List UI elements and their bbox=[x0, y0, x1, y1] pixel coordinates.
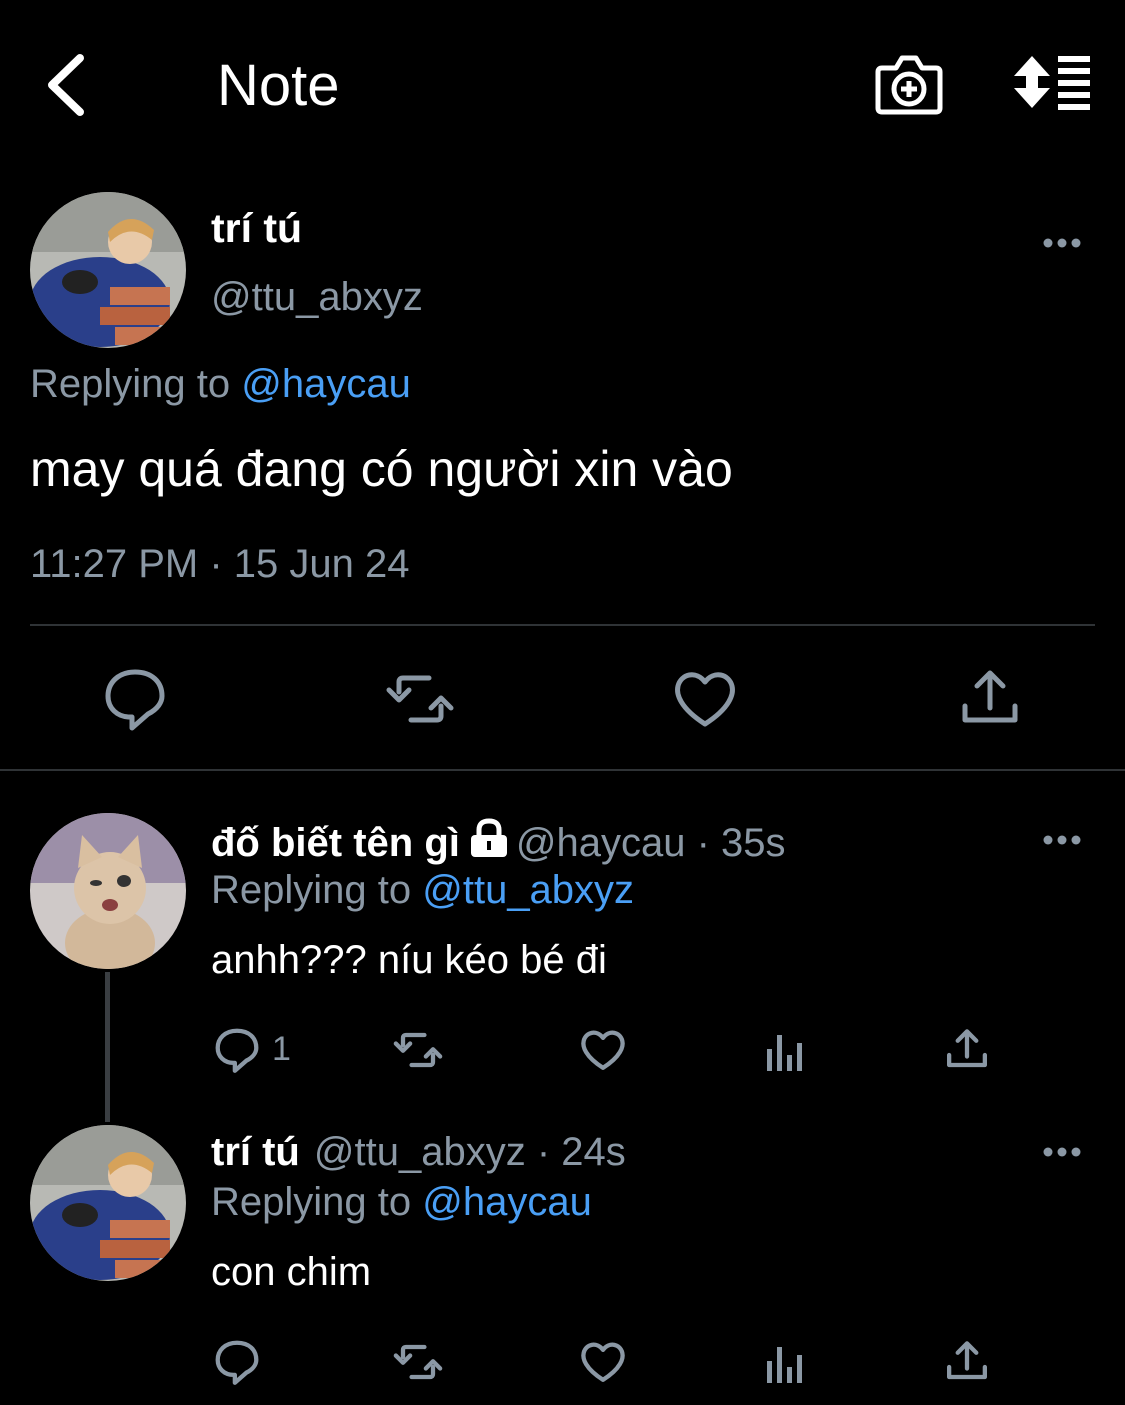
reply-handle[interactable]: @ttu_abxyz bbox=[314, 1130, 526, 1174]
replying-to-mention[interactable]: @ttu_abxyz bbox=[422, 868, 634, 912]
reply-button[interactable] bbox=[100, 664, 170, 734]
reply-time: · 24s bbox=[525, 1130, 626, 1174]
reply-text: anhh??? níu kéo bé đi bbox=[211, 938, 607, 982]
main-tweet-more-button[interactable] bbox=[1036, 228, 1092, 258]
main-tweet-timestamp: 11:27 PM · 15 Jun 24 bbox=[30, 542, 410, 586]
reply-count: 1 bbox=[272, 1030, 291, 1068]
divider bbox=[0, 769, 1125, 771]
reply-handle[interactable]: @haycau bbox=[516, 821, 686, 865]
top-nav-bar: Note bbox=[0, 0, 1125, 170]
main-tweet-display-name[interactable]: trí tú bbox=[211, 205, 302, 252]
replying-to-label: Replying to bbox=[30, 362, 242, 406]
analytics-bars-icon bbox=[767, 1035, 802, 1071]
back-button[interactable] bbox=[38, 50, 98, 120]
replying-to-label: Replying to bbox=[211, 1180, 423, 1224]
reply-replying-to: Replying to @ttu_abxyz bbox=[211, 868, 634, 913]
reply-header: đố biết tên gì @haycau · 35s bbox=[211, 818, 786, 866]
reply-text: con chim bbox=[211, 1250, 372, 1294]
reply-display-name[interactable]: đố biết tên gì bbox=[211, 821, 460, 865]
more-horizontal-icon bbox=[1043, 1147, 1081, 1157]
heart-icon bbox=[675, 672, 735, 727]
analytics-button[interactable] bbox=[761, 1339, 811, 1389]
reply-button[interactable] bbox=[212, 1025, 262, 1075]
retweet-icon bbox=[393, 1344, 443, 1380]
reply-time: · 35s bbox=[685, 821, 786, 865]
analytics-bars-icon bbox=[767, 1347, 802, 1383]
sort-button[interactable] bbox=[1012, 52, 1094, 114]
heart-icon bbox=[581, 1342, 625, 1382]
reply-icon bbox=[105, 669, 165, 731]
main-tweet-text: may quá đang có người xin vào bbox=[30, 441, 733, 497]
main-tweet-handle[interactable]: @ttu_abxyz bbox=[211, 275, 423, 320]
reply-avatar[interactable] bbox=[30, 1125, 186, 1281]
reply-replying-to: Replying to @haycau bbox=[211, 1180, 592, 1225]
thread-connector-line bbox=[105, 972, 110, 1122]
replying-to-label: Replying to bbox=[211, 868, 423, 912]
share-button[interactable] bbox=[942, 1025, 992, 1075]
camera-add-icon bbox=[875, 55, 943, 115]
retweet-button[interactable] bbox=[385, 664, 455, 734]
main-tweet-replying-to: Replying to @haycau bbox=[30, 362, 411, 407]
share-icon bbox=[947, 1341, 987, 1380]
more-horizontal-icon bbox=[1043, 835, 1081, 845]
like-button[interactable] bbox=[578, 1025, 628, 1075]
main-tweet-avatar[interactable] bbox=[30, 192, 186, 348]
share-icon bbox=[962, 670, 1018, 723]
chevron-left-icon bbox=[48, 54, 84, 116]
divider bbox=[30, 624, 1095, 626]
share-button[interactable] bbox=[942, 1337, 992, 1387]
retweet-icon bbox=[393, 1032, 443, 1068]
sort-list-icon bbox=[1014, 56, 1090, 110]
lock-icon bbox=[470, 818, 507, 857]
like-button[interactable] bbox=[578, 1337, 628, 1387]
reply-icon bbox=[215, 1028, 259, 1073]
camera-button[interactable] bbox=[874, 52, 944, 118]
replying-to-mention[interactable]: @haycau bbox=[422, 1180, 592, 1224]
share-button[interactable] bbox=[955, 664, 1025, 734]
user-avatar-image bbox=[30, 192, 186, 348]
share-icon bbox=[947, 1029, 987, 1068]
tweet-detail-page: Note trí tú @ttu_abxyz Replying to @hayc… bbox=[0, 0, 1125, 1405]
reply-avatar[interactable] bbox=[30, 813, 186, 969]
reply-more-button[interactable] bbox=[1036, 825, 1092, 855]
like-button[interactable] bbox=[670, 664, 740, 734]
reply-button[interactable] bbox=[212, 1337, 262, 1387]
replying-to-mention[interactable]: @haycau bbox=[241, 362, 411, 406]
retweet-button[interactable] bbox=[393, 1337, 443, 1387]
retweet-icon bbox=[386, 675, 454, 723]
cat-avatar-image bbox=[30, 813, 186, 969]
more-horizontal-icon bbox=[1043, 238, 1081, 248]
user-avatar-image bbox=[30, 1125, 186, 1281]
heart-icon bbox=[581, 1030, 625, 1070]
reply-header: trí tú @ttu_abxyz · 24s bbox=[211, 1130, 626, 1175]
reply-icon bbox=[215, 1340, 259, 1385]
page-title: Note bbox=[217, 53, 340, 118]
reply-display-name[interactable]: trí tú bbox=[211, 1130, 300, 1174]
analytics-button[interactable] bbox=[761, 1027, 811, 1077]
retweet-button[interactable] bbox=[393, 1025, 443, 1075]
reply-more-button[interactable] bbox=[1036, 1137, 1092, 1167]
